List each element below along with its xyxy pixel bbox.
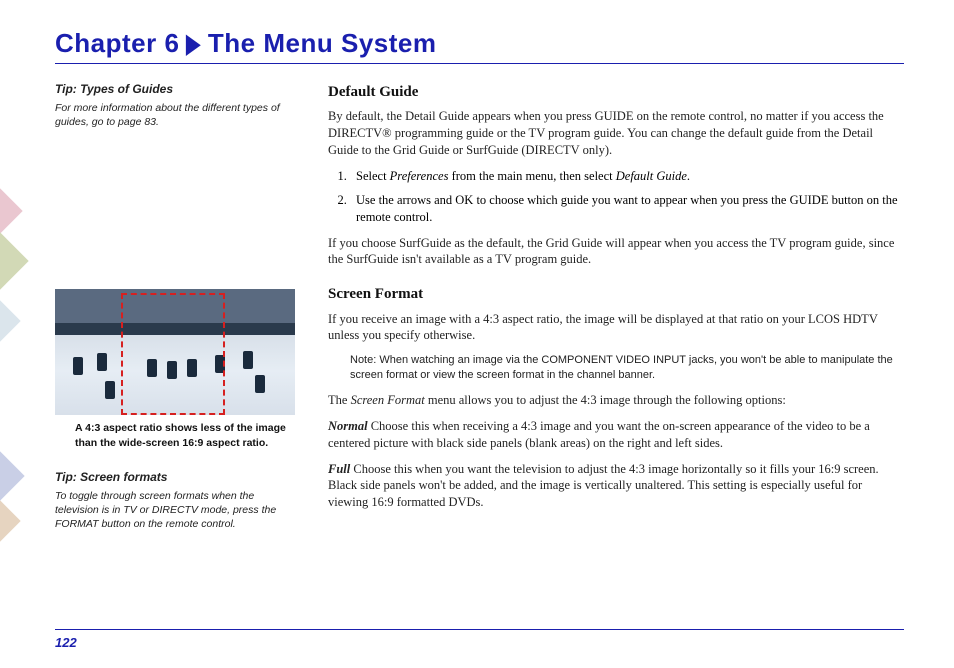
list-item: Select Preferences from the main menu, t… xyxy=(350,168,904,185)
main-content: Default Guide By default, the Detail Gui… xyxy=(328,82,904,531)
ordered-list: Select Preferences from the main menu, t… xyxy=(328,168,904,226)
sidebar: Tip: Types of Guides For more informatio… xyxy=(55,82,300,531)
chapter-prefix: Chapter 6 xyxy=(55,28,179,58)
option-full: Full Choose this when you want the telev… xyxy=(328,461,904,512)
aspect-ratio-overlay xyxy=(121,293,225,415)
body-text: If you choose SurfGuide as the default, … xyxy=(328,235,904,269)
figure: A 4:3 aspect ratio shows less of the ima… xyxy=(55,289,300,449)
note-text: Note: When watching an image via the COM… xyxy=(328,353,904,383)
option-normal: Normal Choose this when receiving a 4:3 … xyxy=(328,418,904,452)
list-item: Use the arrows and OK to choose which gu… xyxy=(350,192,904,226)
tip-title: Tip: Screen formats xyxy=(55,470,300,484)
page: Chapter 6▶ The Menu System Tip: Types of … xyxy=(0,0,954,668)
body-text: By default, the Detail Guide appears whe… xyxy=(328,108,904,159)
tip-title: Tip: Types of Guides xyxy=(55,82,300,96)
hockey-image xyxy=(55,289,295,415)
title-rule xyxy=(55,63,904,64)
chevron-right-icon: ▶ xyxy=(186,28,200,59)
tip-block: Tip: Screen formats To toggle through sc… xyxy=(55,470,300,532)
body-text: If you receive an image with a 4:3 aspec… xyxy=(328,311,904,345)
section-title-default-guide: Default Guide xyxy=(328,82,904,102)
chapter-name: The Menu System xyxy=(208,28,437,58)
figure-caption: A 4:3 aspect ratio shows less of the ima… xyxy=(55,415,300,449)
content-columns: Tip: Types of Guides For more informatio… xyxy=(55,82,904,531)
page-number: 122 xyxy=(55,635,77,650)
tip-body: To toggle through screen formats when th… xyxy=(55,489,300,532)
tip-body: For more information about the different… xyxy=(55,101,300,129)
footer-rule xyxy=(55,629,904,630)
chapter-title: Chapter 6▶ The Menu System xyxy=(55,28,904,59)
section-title-screen-format: Screen Format xyxy=(328,284,904,304)
body-text: The Screen Format menu allows you to adj… xyxy=(328,392,904,409)
